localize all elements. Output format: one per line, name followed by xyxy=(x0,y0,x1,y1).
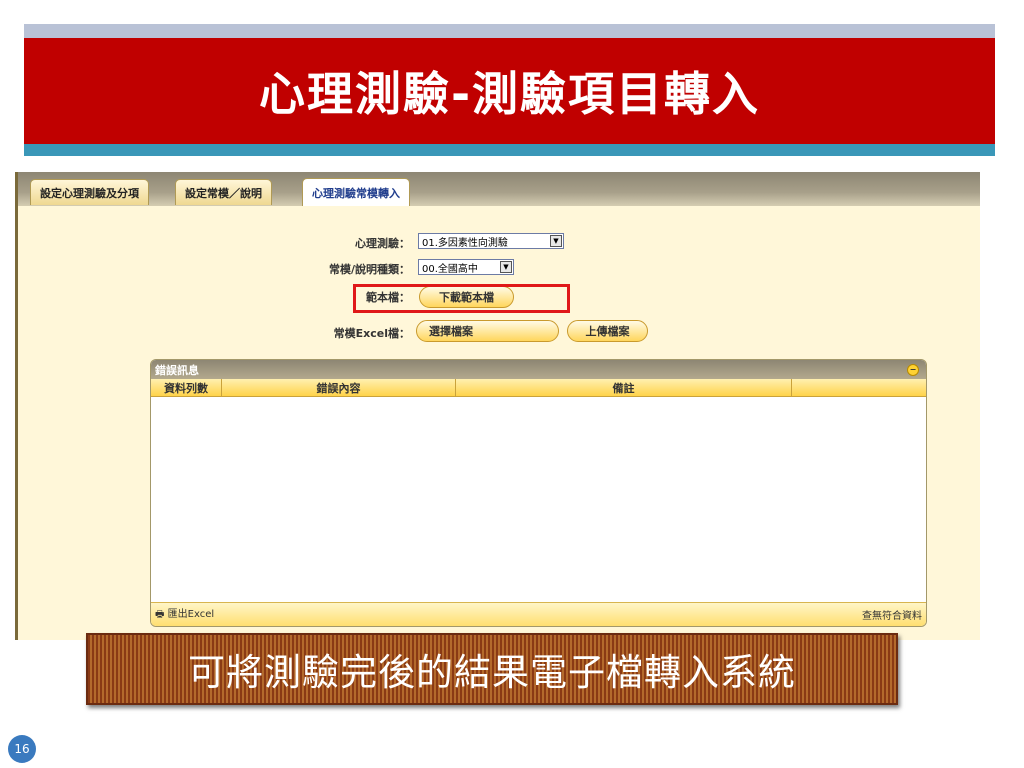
chevron-down-icon: ▼ xyxy=(550,235,562,247)
error-table-header: 資料列數 錯誤內容 備註 xyxy=(151,379,926,397)
export-label: 匯出Excel xyxy=(167,609,215,620)
printer-icon: 🖶 xyxy=(155,609,165,620)
collapse-icon[interactable]: − xyxy=(907,364,919,376)
tab-label: 設定心理測驗及分項 xyxy=(40,186,139,200)
highlight-box xyxy=(353,284,570,313)
slide-title: 心理測驗-測驗項目轉入 xyxy=(258,67,761,121)
upload-file-button[interactable]: 上傳檔案 xyxy=(567,320,648,342)
tab-bar: 設定心理測驗及分項 設定常模／說明 心理測驗常模轉入 xyxy=(18,172,980,206)
test-select[interactable]: 01.多因素性向測驗 ▼ xyxy=(418,233,564,249)
norm-type-select-value: 00.全國高中 xyxy=(422,263,478,275)
title-banner: 心理測驗-測驗項目轉入 xyxy=(24,38,995,144)
choose-file-label: 選擇檔案 xyxy=(429,325,473,338)
tab-label: 心理測驗常模轉入 xyxy=(312,186,400,200)
caption-banner: 可將測驗完後的結果電子檔轉入系統 xyxy=(86,633,898,705)
error-panel: 錯誤訊息 − 資料列數 錯誤內容 備註 🖶 匯出Excel 查無符合資料 xyxy=(150,359,927,627)
error-panel-header: 錯誤訊息 − xyxy=(151,360,926,379)
error-panel-footer: 🖶 匯出Excel 查無符合資料 xyxy=(151,602,926,626)
status-text: 查無符合資料 xyxy=(862,611,922,622)
top-stripe xyxy=(24,24,995,38)
norm-type-label: 常模/說明種類： xyxy=(328,263,410,276)
export-excel-button[interactable]: 🖶 匯出Excel xyxy=(155,605,214,624)
tab-label: 設定常模／說明 xyxy=(185,186,262,200)
column-header[interactable] xyxy=(792,379,926,396)
column-header[interactable]: 錯誤內容 xyxy=(222,379,456,396)
test-select-value: 01.多因素性向測驗 xyxy=(422,237,508,249)
tab-norm-setup[interactable]: 設定常模／說明 xyxy=(175,179,272,205)
app-window: 設定心理測驗及分項 設定常模／說明 心理測驗常模轉入 心理測驗： 01.多因素性… xyxy=(15,172,980,640)
excel-label: 常模Excel檔： xyxy=(333,327,410,340)
norm-type-select[interactable]: 00.全國高中 ▼ xyxy=(418,259,514,275)
chevron-down-icon: ▼ xyxy=(500,261,512,273)
test-label: 心理測驗： xyxy=(355,237,410,250)
accent-stripe xyxy=(24,144,995,156)
caption-text: 可將測驗完後的結果電子檔轉入系統 xyxy=(188,651,796,694)
page-number: 16 xyxy=(8,735,36,763)
tab-norm-import[interactable]: 心理測驗常模轉入 xyxy=(302,178,410,206)
column-header[interactable]: 備註 xyxy=(456,379,792,396)
column-header[interactable]: 資料列數 xyxy=(151,379,222,396)
error-panel-title: 錯誤訊息 xyxy=(155,363,199,377)
choose-file-button[interactable]: 選擇檔案 xyxy=(416,320,559,342)
tab-test-setup[interactable]: 設定心理測驗及分項 xyxy=(30,179,149,205)
